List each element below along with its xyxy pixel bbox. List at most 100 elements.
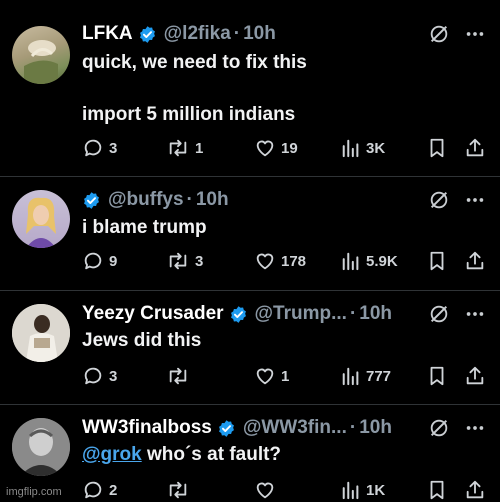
share-button[interactable] [464,249,486,273]
reply-icon [84,481,102,499]
share-icon [466,366,484,385]
handle[interactable]: @buffys [108,189,184,211]
repost-icon [169,367,187,385]
tweet[interactable]: @buffys · 10h i blame trump 9 3 178 5.9K [0,177,500,289]
like-icon [256,368,274,385]
like-button[interactable]: 19 [254,136,298,160]
tweet-actions: 2 1K [82,478,488,502]
tweet-actions: 3 1 777 [82,364,488,388]
avatar[interactable] [12,304,70,362]
grok-icon[interactable] [428,303,450,325]
views-icon [342,367,359,386]
like-icon [256,482,274,499]
avatar[interactable] [12,190,70,248]
views-count: 5.9K [366,252,398,270]
avatar-image [24,40,58,84]
views-icon [342,139,359,158]
tweet-actions: 9 3 178 5.9K [82,249,488,273]
bookmark-button[interactable] [427,136,447,160]
more-icon[interactable] [464,417,486,439]
tweet-text-content: who´s at fault? [141,444,282,465]
reply-button[interactable]: 3 [82,136,117,160]
reply-count: 3 [109,139,118,157]
timestamp[interactable]: 10h [243,23,276,45]
like-count: 1 [281,367,290,385]
like-count: 19 [281,139,298,157]
avatar-image [26,197,56,248]
avatar[interactable] [12,418,70,476]
views-count: 1K [366,481,386,499]
tweet-actions: 3 1 19 3K [82,136,488,160]
reply-count: 3 [109,367,118,385]
bookmark-button[interactable] [427,249,447,273]
grok-icon[interactable] [428,417,450,439]
like-button[interactable]: 178 [254,249,306,273]
share-button[interactable] [464,136,486,160]
reply-icon [84,252,102,270]
handle[interactable]: @l2fika [164,23,231,45]
views-button[interactable]: 1K [341,478,385,502]
repost-button[interactable] [166,478,195,502]
tweet-text: i blame trump [82,217,207,238]
views-button[interactable]: 5.9K [341,249,398,273]
tweet-header: @buffys · 10h [82,188,430,212]
bookmark-button[interactable] [427,478,447,502]
timestamp[interactable]: 10h [196,189,229,211]
timestamp[interactable]: 10h [359,417,392,439]
mention-link[interactable]: @grok [82,444,142,465]
grok-icon[interactable] [428,189,450,211]
display-name[interactable]: Yeezy Crusader [82,303,224,325]
handle[interactable]: @Trump... [255,303,347,325]
repost-icon [169,481,187,499]
display-name[interactable]: WW3finalboss [82,417,212,439]
tweet-text-line: import 5 million indians [82,104,296,125]
repost-button[interactable]: 1 [166,136,203,160]
tweet-header: Yeezy Crusader @Trump... · 10h [82,302,430,326]
like-icon [256,253,274,270]
tweet-header: LFKA @l2fika · 10h [82,22,430,46]
more-icon[interactable] [464,189,486,211]
bookmark-icon [430,251,444,271]
views-button[interactable]: 777 [341,364,391,388]
bookmark-icon [430,480,444,500]
share-icon [466,251,484,270]
reply-count: 2 [109,481,118,499]
repost-button[interactable] [166,364,195,388]
avatar[interactable] [12,26,70,84]
tweet[interactable]: WW3finalboss @WW3fin... · 10h @grok who´… [0,405,500,501]
like-button[interactable] [254,478,281,502]
verified-badge-icon [139,25,155,43]
tweet[interactable]: LFKA @l2fika · 10h quick, we need to fix… [0,0,500,175]
views-count: 777 [366,367,392,385]
views-count: 3K [366,139,386,157]
like-button[interactable]: 1 [254,364,289,388]
like-icon [256,140,274,157]
share-button[interactable] [464,364,486,388]
more-icon[interactable] [464,303,486,325]
share-button[interactable] [464,478,486,502]
like-count: 178 [281,252,307,270]
repost-count: 3 [195,252,204,270]
tweet-text: quick, we need to fix this import 5 mill… [82,51,480,127]
tweet[interactable]: Yeezy Crusader @Trump... · 10h Jews did … [0,291,500,403]
repost-button[interactable]: 3 [166,249,203,273]
bookmark-button[interactable] [427,364,447,388]
timestamp[interactable]: 10h [359,303,392,325]
share-icon [466,138,484,157]
separator: · [349,417,357,438]
handle[interactable]: @WW3fin... [243,417,347,439]
views-button[interactable]: 3K [341,136,385,160]
reply-button[interactable]: 2 [82,478,117,502]
display-name[interactable]: LFKA [82,23,133,45]
reply-button[interactable]: 9 [82,249,117,273]
reply-button[interactable]: 3 [82,364,117,388]
reply-icon [84,367,102,385]
verified-badge-icon [230,305,246,323]
more-icon[interactable] [464,23,486,45]
tweet-text: Jews did this [82,330,202,351]
repost-icon [169,139,187,157]
grok-icon[interactable] [428,23,450,45]
separator: · [349,303,357,324]
share-icon [466,480,484,499]
watermark: imgflip.com [6,486,62,498]
